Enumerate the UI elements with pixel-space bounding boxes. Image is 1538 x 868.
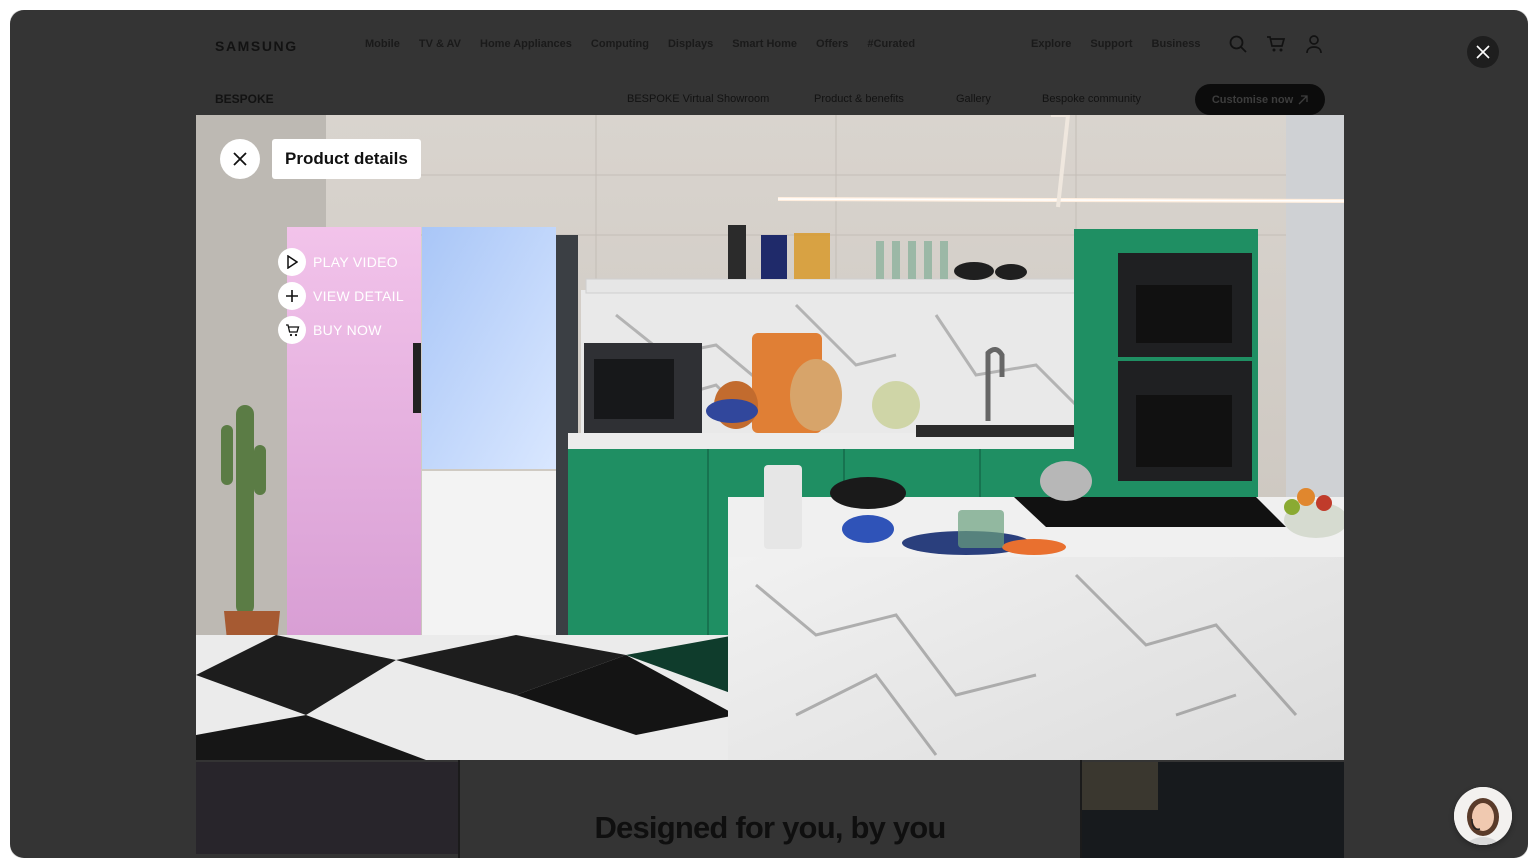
- main-nav: Mobile TV & AV Home Appliances Computing…: [365, 38, 915, 50]
- close-icon: [233, 152, 247, 166]
- util-explore[interactable]: Explore: [1031, 38, 1071, 50]
- subnav-virtual-showroom[interactable]: BESPOKE Virtual Showroom: [627, 93, 769, 105]
- util-business[interactable]: Business: [1152, 38, 1201, 50]
- play-icon: [278, 248, 306, 276]
- divider: [458, 760, 460, 858]
- nav-item-smart-home[interactable]: Smart Home: [732, 38, 797, 50]
- nav-item-computing[interactable]: Computing: [591, 38, 649, 50]
- view-detail-label: VIEW DETAIL: [313, 288, 404, 304]
- close-details-button[interactable]: [220, 139, 260, 179]
- nav-item-displays[interactable]: Displays: [668, 38, 713, 50]
- subnav-product-benefits[interactable]: Product & benefits: [814, 93, 904, 105]
- cart-icon: [278, 316, 306, 344]
- chat-agent-avatar-button[interactable]: [1454, 787, 1512, 845]
- product-details-title: Product details: [272, 139, 421, 179]
- buy-now-hotspot[interactable]: BUY NOW: [278, 316, 404, 344]
- gallery-tile: [196, 762, 458, 854]
- global-header: SAMSUNG Mobile TV & AV Home Appliances C…: [10, 10, 1528, 80]
- close-icon: [1476, 45, 1490, 59]
- product-hotspots: PLAY VIDEO VIEW DETAIL BUY NOW: [278, 248, 404, 350]
- bespoke-subnav: BESPOKE BESPOKE Virtual Showroom Product…: [10, 80, 1528, 118]
- overlay-close-button[interactable]: [1467, 36, 1499, 68]
- plus-icon: [278, 282, 306, 310]
- section-headline: Designed for you, by you: [594, 810, 946, 845]
- buy-now-label: BUY NOW: [313, 322, 382, 338]
- arrow-up-right-icon: [1298, 94, 1308, 104]
- nav-item-offers[interactable]: Offers: [816, 38, 848, 50]
- view-detail-hotspot[interactable]: VIEW DETAIL: [278, 282, 404, 310]
- subnav-gallery[interactable]: Gallery: [956, 93, 991, 105]
- nav-item-mobile[interactable]: Mobile: [365, 38, 400, 50]
- page-content-behind: Designed for you, by you: [196, 760, 1344, 858]
- play-video-label: PLAY VIDEO: [313, 254, 398, 270]
- subnav-brand[interactable]: BESPOKE: [215, 92, 274, 106]
- nav-item-tv-av[interactable]: TV & AV: [419, 38, 461, 50]
- user-icon[interactable]: [1304, 34, 1324, 54]
- subnav-community[interactable]: Bespoke community: [1042, 93, 1141, 105]
- cart-icon[interactable]: [1266, 34, 1286, 54]
- utility-nav: Explore Support Business: [1031, 38, 1200, 50]
- customise-now-button[interactable]: Customise now: [1195, 84, 1325, 115]
- gallery-tile: [1082, 762, 1158, 810]
- samsung-logo[interactable]: SAMSUNG: [215, 38, 298, 54]
- nav-item-curated[interactable]: #Curated: [867, 38, 915, 50]
- showroom-viewer: Product details PLAY VIDEO VIEW DETAIL B…: [196, 115, 1344, 760]
- page-screen: SAMSUNG Mobile TV & AV Home Appliances C…: [10, 10, 1528, 858]
- agent-avatar: [1454, 787, 1512, 845]
- util-support[interactable]: Support: [1090, 38, 1132, 50]
- play-video-hotspot[interactable]: PLAY VIDEO: [278, 248, 404, 276]
- customise-now-label: Customise now: [1211, 93, 1294, 106]
- kitchen-scene-image: [196, 115, 1344, 760]
- search-icon[interactable]: [1228, 34, 1248, 54]
- nav-item-home-appliances[interactable]: Home Appliances: [480, 38, 572, 50]
- utility-icons: [1228, 34, 1324, 54]
